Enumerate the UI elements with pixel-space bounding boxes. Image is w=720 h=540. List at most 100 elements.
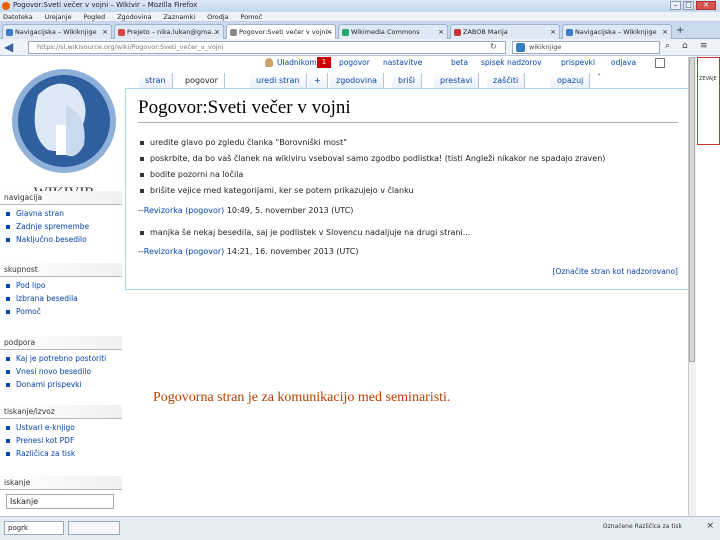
browser-tab[interactable]: Prejeto – nika.lukan@gma... ×: [114, 24, 224, 39]
signature: --Revizorka (pogovor) 10:49, 5. november…: [138, 206, 354, 215]
user-icon: [265, 58, 273, 67]
more-chevron-icon[interactable]: ˅: [597, 73, 601, 82]
sidebar-item-main-page[interactable]: Glavna stran: [6, 207, 122, 220]
browser-tab[interactable]: Navigacijska – Wikiknjige ×: [562, 24, 672, 39]
notification-badge[interactable]: 1: [317, 57, 331, 68]
tab-delete[interactable]: briši: [392, 73, 422, 88]
find-input[interactable]: pogrk: [4, 521, 64, 535]
wikibooks-icon: [6, 29, 13, 36]
sidebar-item-donations[interactable]: Donami prispevki: [6, 378, 122, 391]
pt-talk[interactable]: pogovor: [339, 58, 370, 67]
close-find-icon[interactable]: ×: [706, 521, 714, 531]
wikisource-icon: [230, 29, 237, 36]
close-window-button[interactable]: ✕: [696, 1, 716, 10]
menu-icon[interactable]: ≡: [700, 41, 708, 51]
browser-tab[interactable]: Navigacijska – Wikiknjige ×: [2, 24, 112, 39]
comment-item: manjka še nekaj besedila, saj je podlist…: [140, 228, 470, 237]
mark-patrolled-link[interactable]: [Označite stran kot nadzorovano]: [553, 267, 678, 276]
tab-discussion[interactable]: pogovor: [179, 73, 225, 88]
sidebar-item-create-ebook[interactable]: Ustvari e-knjigo: [6, 421, 122, 434]
browser-tab-active[interactable]: Pogovor:Sveti večer v vojni – ... ×: [226, 24, 336, 39]
user-link[interactable]: Uladnikom: [277, 58, 317, 67]
sidebar-item-village-pump[interactable]: Pod lipo: [6, 279, 122, 292]
portal-heading: iskanje: [0, 476, 122, 490]
gmail-icon: [118, 29, 125, 36]
home-icon[interactable]: ⌂: [682, 41, 688, 51]
tab-bar: Navigacijska – Wikiknjige × Prejeto – nik…: [0, 22, 720, 39]
menu-edit[interactable]: Urejanje: [45, 12, 72, 22]
comment-item: poskrbite, da bo vaš članek na wikiviru …: [140, 154, 605, 163]
cobiss-icon: [454, 29, 461, 36]
browser-tab[interactable]: Wikimedia Commons ×: [338, 24, 448, 39]
url-bar[interactable]: https://sl.wikisource.org/wiki/Pogovor:S…: [28, 41, 506, 54]
tab-label: Navigacijska – Wikiknjige: [15, 28, 97, 36]
tab-new-section[interactable]: +: [308, 73, 328, 88]
side-panel: ZEVAJE: [697, 57, 720, 145]
sidebar-item-featured[interactable]: Izbrana besedila: [6, 292, 122, 305]
sidebar-item-recent-changes[interactable]: Zadnje spremembe: [6, 220, 122, 233]
comment-item: bodite pozorni na ločila: [140, 170, 243, 179]
talk-link[interactable]: (pogovor): [185, 247, 224, 256]
menu-help[interactable]: Pomoč: [241, 12, 263, 22]
sidebar-item-new-text[interactable]: Vnesi novo besedilo: [6, 365, 122, 378]
talk-link[interactable]: (pogovor): [185, 206, 224, 215]
tab-page[interactable]: stran: [139, 73, 173, 88]
tab-label: Prejeto – nika.lukan@gma...: [127, 28, 218, 36]
find-bar: pogrk Označene Različica za tisk ×: [0, 516, 720, 540]
tab-label: ZABOB Marija: [463, 28, 508, 36]
status-text: Označene Različica za tisk: [602, 523, 682, 530]
find-next-button[interactable]: [68, 521, 120, 535]
tab-label: Pogovor:Sveti večer v vojni – ...: [239, 28, 336, 36]
pt-beta[interactable]: beta: [451, 58, 468, 67]
scrollbar-thumb[interactable]: [689, 57, 695, 362]
tab-history[interactable]: zgodovina: [330, 73, 385, 88]
sidebar-item-random[interactable]: Naključno besedilo: [6, 233, 122, 246]
browser-tab[interactable]: ZABOB Marija ×: [450, 24, 560, 39]
tab-close-icon[interactable]: ×: [550, 25, 556, 39]
search-icon[interactable]: ⌕: [665, 41, 670, 51]
user-link[interactable]: Revizorka: [144, 247, 183, 256]
pt-contributions[interactable]: prispevki: [561, 58, 595, 67]
tab-label: Wikimedia Commons: [351, 28, 420, 36]
tab-close-icon[interactable]: ×: [102, 25, 108, 39]
sidebar-item-todo[interactable]: Kaj je potrebno postoriti: [6, 352, 122, 365]
firefox-icon: [2, 2, 10, 10]
pencil-icon[interactable]: [655, 58, 665, 68]
portal-navigation: navigacija Glavna stran Zadnje spremembe…: [0, 191, 122, 248]
menu-file[interactable]: Datoteka: [3, 12, 33, 22]
menu-bookmarks[interactable]: Zaznamki: [163, 12, 195, 22]
pt-preferences[interactable]: nastavitve: [383, 58, 422, 67]
reload-icon[interactable]: ↻: [490, 42, 497, 51]
wikivir-logo[interactable]: WIKIVIR: [8, 65, 120, 205]
menu-tools[interactable]: Orodja: [207, 12, 229, 22]
pt-logout[interactable]: odjava: [611, 58, 636, 67]
browser-search-box[interactable]: wikiknjige: [512, 41, 660, 54]
maximize-button[interactable]: □: [683, 1, 694, 10]
tab-close-icon[interactable]: ×: [438, 25, 444, 39]
sidebar-item-help[interactable]: Pomoč: [6, 305, 122, 318]
menu-view[interactable]: Pogled: [83, 12, 105, 22]
menu-history[interactable]: Zgodovina: [117, 12, 151, 22]
tab-protect[interactable]: zaščiti: [487, 73, 526, 88]
pt-watchlist[interactable]: spisek nadzorov: [481, 58, 542, 67]
wiki-search-input[interactable]: Iskanje: [6, 494, 114, 509]
tab-move[interactable]: prestavi: [434, 73, 480, 88]
window-title: Pogovor:Sveti večer v vojni – Wikivir – …: [13, 1, 198, 9]
tab-edit[interactable]: uredi stran: [250, 73, 307, 88]
new-tab-button[interactable]: +: [676, 25, 684, 36]
tab-close-icon[interactable]: ×: [662, 25, 668, 39]
sidebar-item-printable[interactable]: Različica za tisk: [6, 447, 122, 460]
portal-heading: podpora: [0, 336, 122, 350]
tab-close-icon[interactable]: ×: [214, 25, 220, 39]
minimize-button[interactable]: –: [670, 1, 681, 10]
sidebar-item-download-pdf[interactable]: Prenesi kot PDF: [6, 434, 122, 447]
side-panel-text: ZEVAJE: [699, 76, 717, 82]
back-arrow-icon[interactable]: ◀: [4, 40, 13, 54]
tab-watch[interactable]: opazuj: [551, 73, 591, 88]
portal-heading: skupnost: [0, 263, 122, 277]
tab-close-icon[interactable]: ×: [326, 25, 332, 39]
user-link[interactable]: Revizorka: [144, 206, 183, 215]
menu-bar: Datoteka Urejanje Pogled Zgodovina Zazna…: [0, 12, 720, 22]
navigation-bar: ◀ https://sl.wikisource.org/wiki/Pogovor…: [0, 39, 720, 56]
wiki-search-text: Iskanje: [10, 497, 39, 506]
